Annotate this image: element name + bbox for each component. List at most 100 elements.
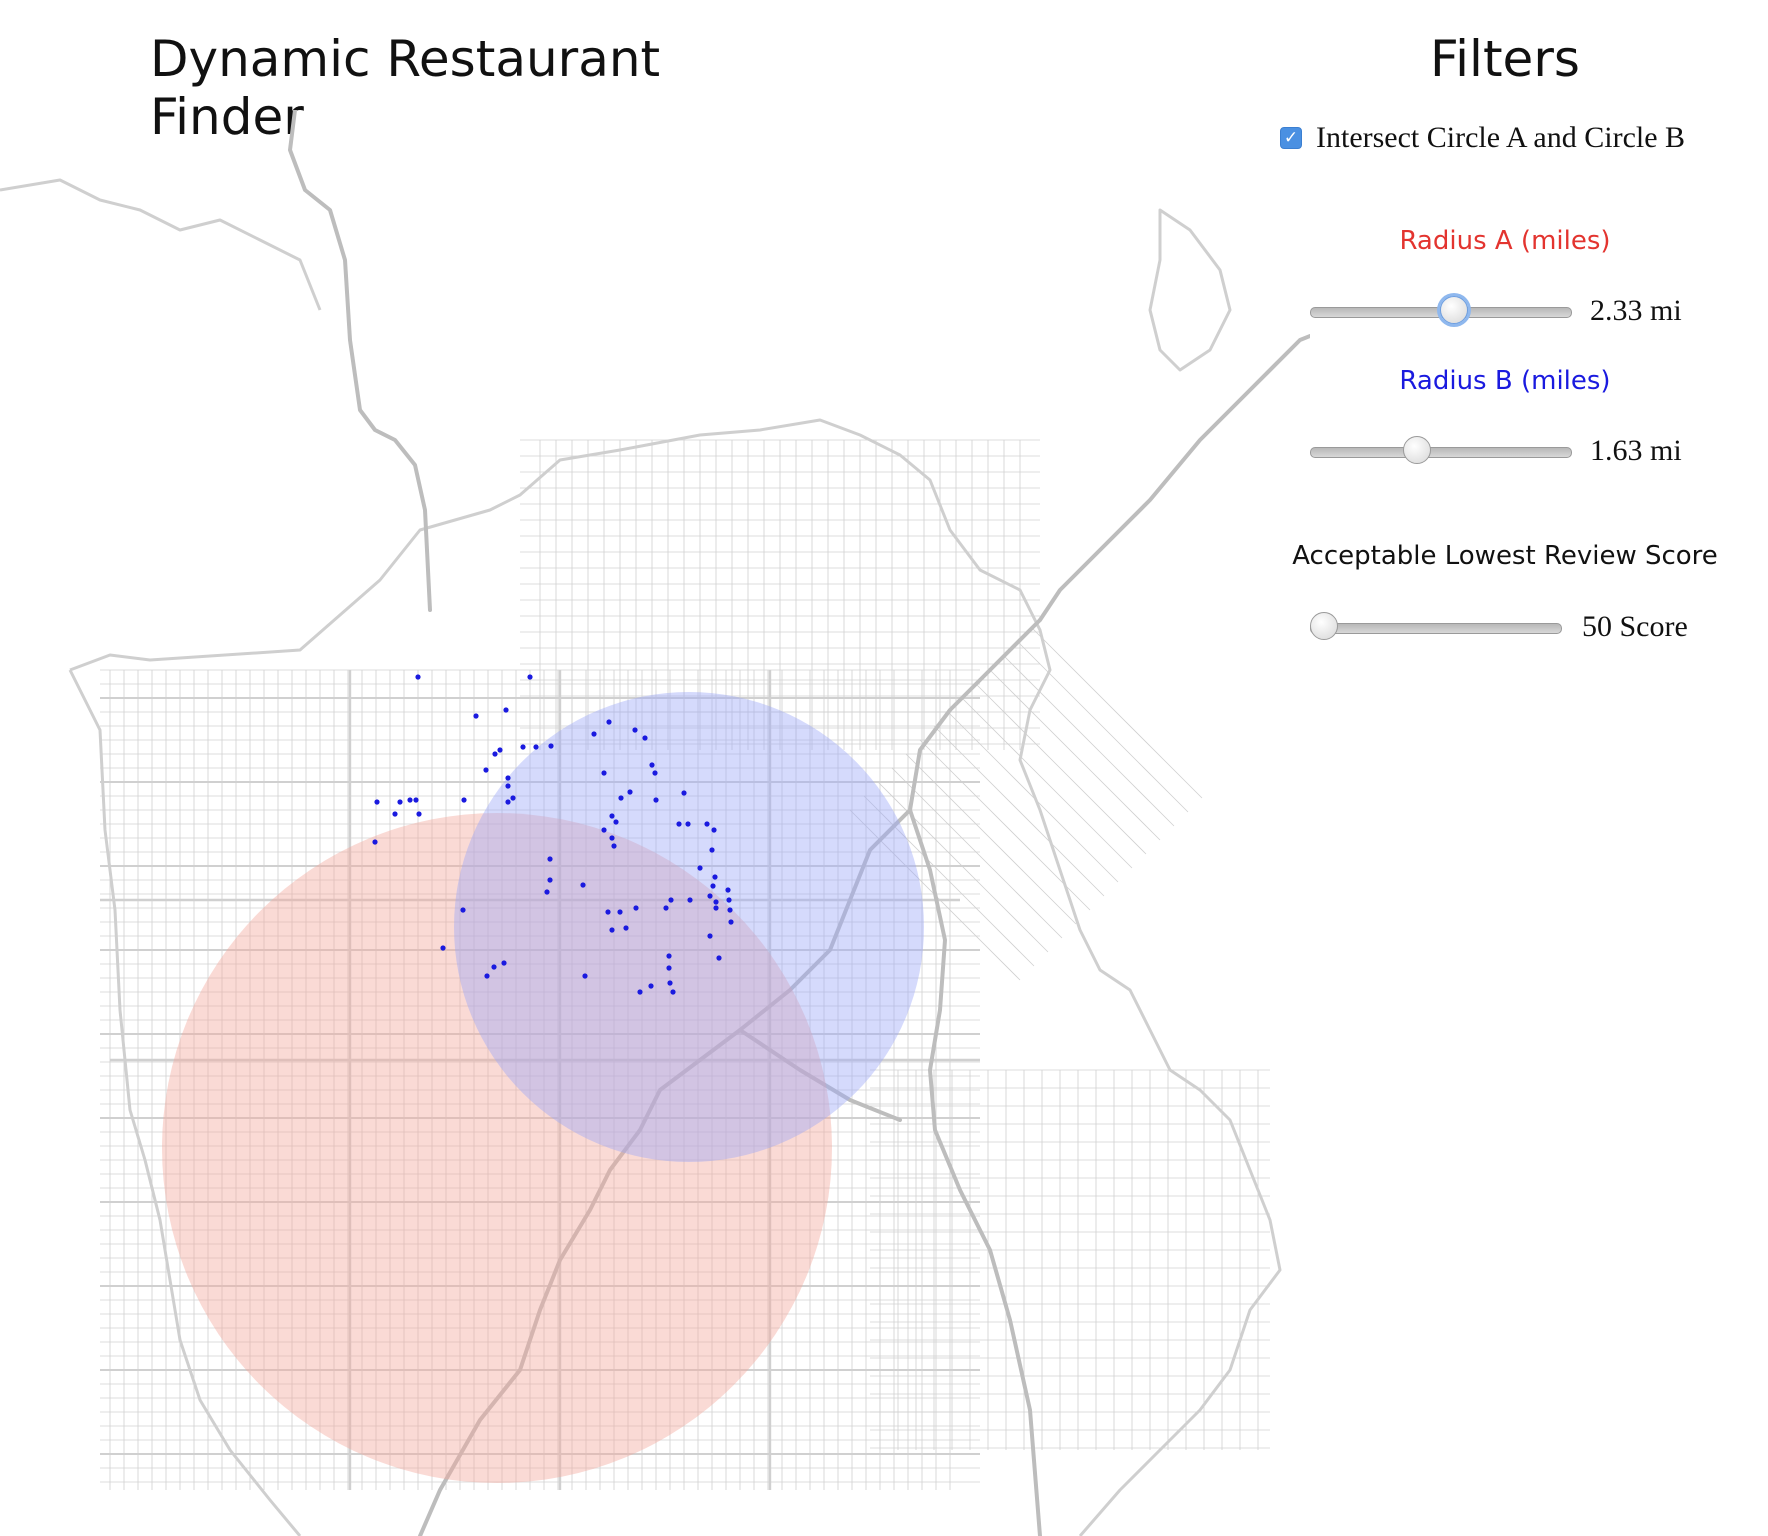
restaurant-marker[interactable] xyxy=(713,905,719,911)
restaurant-marker[interactable] xyxy=(582,973,588,979)
restaurant-marker[interactable] xyxy=(548,743,554,749)
restaurant-marker[interactable] xyxy=(666,953,672,959)
restaurant-marker[interactable] xyxy=(415,674,421,680)
restaurant-marker[interactable] xyxy=(617,909,623,915)
restaurant-marker[interactable] xyxy=(460,907,466,913)
restaurant-marker[interactable] xyxy=(652,770,658,776)
restaurant-marker[interactable] xyxy=(483,767,489,773)
restaurant-marker[interactable] xyxy=(670,989,676,995)
restaurant-marker[interactable] xyxy=(533,744,539,750)
restaurant-marker[interactable] xyxy=(473,713,479,719)
restaurant-marker[interactable] xyxy=(711,827,717,833)
restaurant-marker[interactable] xyxy=(374,799,380,805)
restaurant-marker[interactable] xyxy=(501,960,507,966)
restaurant-marker[interactable] xyxy=(668,897,674,903)
restaurant-marker[interactable] xyxy=(609,927,615,933)
restaurant-marker[interactable] xyxy=(687,897,693,903)
restaurant-marker[interactable] xyxy=(648,983,654,989)
restaurant-marker[interactable] xyxy=(407,797,413,803)
radius-a-value: 2.33 mi xyxy=(1590,294,1682,327)
restaurant-marker[interactable] xyxy=(606,719,612,725)
restaurant-marker[interactable] xyxy=(649,762,655,768)
restaurant-marker[interactable] xyxy=(623,925,629,931)
restaurant-marker[interactable] xyxy=(710,883,716,889)
restaurant-marker[interactable] xyxy=(609,813,615,819)
restaurant-marker[interactable] xyxy=(642,735,648,741)
restaurant-marker[interactable] xyxy=(609,835,615,841)
intersect-checkbox[interactable]: ✓ xyxy=(1280,127,1302,149)
restaurant-marker[interactable] xyxy=(440,945,446,951)
restaurant-marker[interactable] xyxy=(413,797,419,803)
review-score-slider[interactable]: 50 Score xyxy=(1310,608,1740,648)
radius-a-thumb[interactable] xyxy=(1440,296,1468,324)
radius-b-track[interactable] xyxy=(1310,447,1572,458)
radius-b-value: 1.63 mi xyxy=(1590,434,1682,467)
restaurant-marker[interactable] xyxy=(372,839,378,845)
restaurant-marker[interactable] xyxy=(505,775,511,781)
restaurant-marker[interactable] xyxy=(510,795,516,801)
restaurant-marker[interactable] xyxy=(605,909,611,915)
intersect-label[interactable]: Intersect Circle A and Circle B xyxy=(1316,121,1685,155)
review-score-value: 50 Score xyxy=(1582,610,1688,643)
radius-a-label: Radius A (miles) xyxy=(1399,226,1611,256)
intersect-option[interactable]: ✓ Intersect Circle A and Circle B xyxy=(1280,118,1685,158)
restaurant-marker[interactable] xyxy=(392,811,398,817)
restaurant-marker[interactable] xyxy=(653,797,659,803)
restaurant-marker[interactable] xyxy=(632,727,638,733)
restaurant-marker[interactable] xyxy=(697,865,703,871)
restaurant-marker[interactable] xyxy=(627,789,633,795)
restaurant-marker[interactable] xyxy=(491,964,497,970)
restaurant-marker[interactable] xyxy=(544,889,550,895)
restaurant-marker[interactable] xyxy=(547,856,553,862)
radius-b-circle[interactable] xyxy=(454,692,924,1162)
restaurant-marker[interactable] xyxy=(704,821,710,827)
restaurant-marker[interactable] xyxy=(601,770,607,776)
restaurant-marker[interactable] xyxy=(637,989,643,995)
restaurant-marker[interactable] xyxy=(712,874,718,880)
restaurant-marker[interactable] xyxy=(713,899,719,905)
restaurant-marker[interactable] xyxy=(666,965,672,971)
restaurant-marker[interactable] xyxy=(611,843,617,849)
restaurant-marker[interactable] xyxy=(416,811,422,817)
restaurant-marker[interactable] xyxy=(397,799,403,805)
restaurant-marker[interactable] xyxy=(461,797,467,803)
restaurant-marker[interactable] xyxy=(709,847,715,853)
restaurant-marker[interactable] xyxy=(503,707,509,713)
restaurant-marker[interactable] xyxy=(707,893,713,899)
map-canvas[interactable] xyxy=(0,110,1310,1536)
map[interactable] xyxy=(0,110,1310,1536)
restaurant-marker[interactable] xyxy=(633,905,639,911)
restaurant-marker[interactable] xyxy=(707,933,713,939)
restaurant-marker[interactable] xyxy=(580,882,586,888)
restaurant-marker[interactable] xyxy=(716,955,722,961)
restaurant-marker[interactable] xyxy=(727,907,733,913)
restaurant-marker[interactable] xyxy=(520,744,526,750)
restaurant-marker[interactable] xyxy=(497,747,503,753)
restaurant-marker[interactable] xyxy=(681,790,687,796)
restaurant-marker[interactable] xyxy=(618,795,624,801)
filters-title: Filters xyxy=(1430,30,1580,88)
review-score-track[interactable] xyxy=(1310,623,1562,634)
radius-b-thumb[interactable] xyxy=(1403,436,1431,464)
restaurant-marker[interactable] xyxy=(663,905,669,911)
restaurant-marker[interactable] xyxy=(484,973,490,979)
restaurant-marker[interactable] xyxy=(591,731,597,737)
restaurant-marker[interactable] xyxy=(728,919,734,925)
restaurant-marker[interactable] xyxy=(667,980,673,986)
restaurant-marker[interactable] xyxy=(685,821,691,827)
checkmark-icon: ✓ xyxy=(1283,127,1299,148)
restaurant-marker[interactable] xyxy=(547,877,553,883)
radius-a-slider[interactable]: 2.33 mi xyxy=(1310,292,1740,332)
review-score-thumb[interactable] xyxy=(1310,612,1338,640)
restaurant-marker[interactable] xyxy=(527,674,533,680)
restaurant-marker[interactable] xyxy=(505,799,511,805)
restaurant-marker[interactable] xyxy=(725,887,731,893)
restaurant-marker[interactable] xyxy=(613,819,619,825)
radius-b-slider[interactable]: 1.63 mi xyxy=(1310,432,1740,472)
restaurant-marker[interactable] xyxy=(601,827,607,833)
restaurant-marker[interactable] xyxy=(726,897,732,903)
restaurant-marker[interactable] xyxy=(676,821,682,827)
filters-panel: Filters ✓ Intersect Circle A and Circle … xyxy=(1270,0,1768,700)
restaurant-marker[interactable] xyxy=(505,783,511,789)
restaurant-marker[interactable] xyxy=(492,751,498,757)
